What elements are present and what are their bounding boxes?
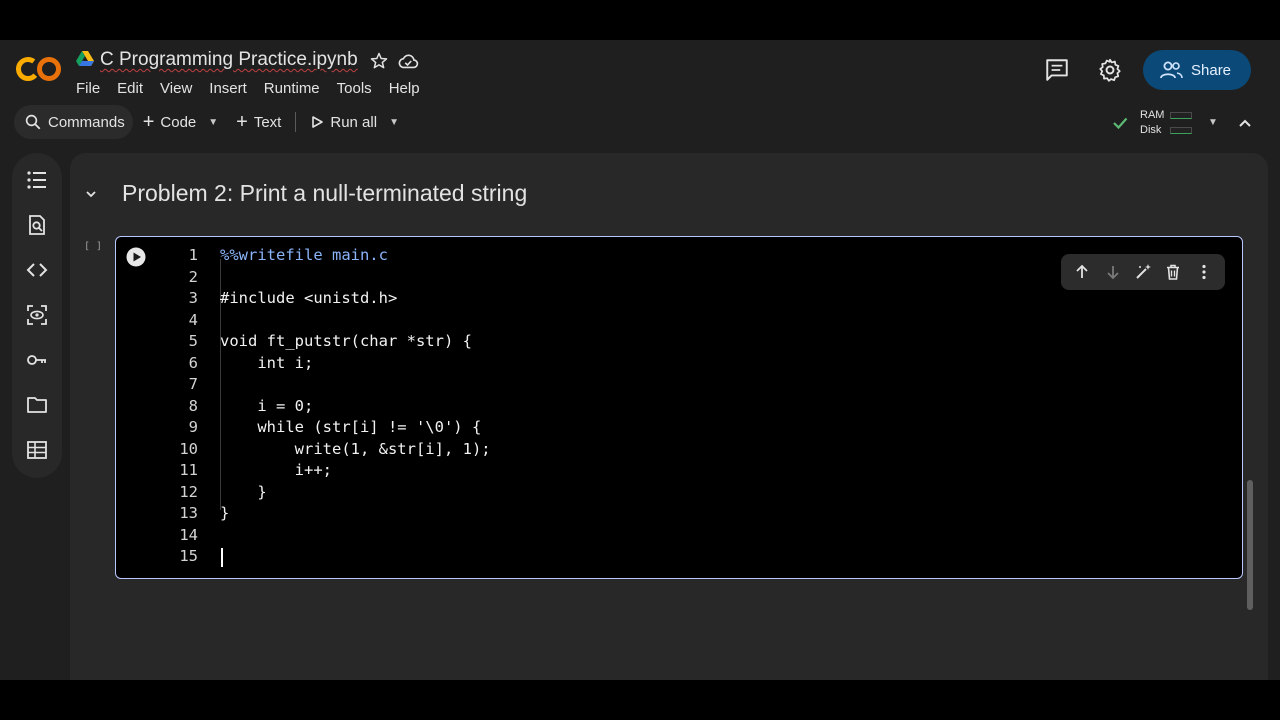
secrets-key-icon[interactable] [26, 349, 48, 371]
vertical-scrollbar[interactable] [1247, 480, 1253, 610]
menu-file[interactable]: File [76, 79, 111, 99]
notebook-toolbar: Commands + Code ▼ + Text Run all ▼ [14, 103, 407, 141]
line-number: 11 [179, 461, 198, 479]
menu-tools[interactable]: Tools [337, 79, 383, 99]
disk-meter [1170, 127, 1192, 134]
add-code-button[interactable]: + Code [133, 105, 201, 139]
ram-label: RAM [1140, 109, 1165, 121]
run-all-button[interactable]: Run all [300, 105, 381, 139]
menu-edit[interactable]: Edit [117, 79, 154, 99]
settings-gear-icon[interactable] [1097, 57, 1123, 83]
caret-down-icon: ▼ [389, 116, 399, 128]
line-text: %%writefile main.c [220, 246, 388, 264]
line-number: 9 [188, 418, 198, 436]
text-cursor [221, 548, 223, 567]
commands-label: Commands [48, 113, 125, 131]
run-all-label: Run all [330, 113, 378, 131]
cell-toolbar [1061, 254, 1225, 290]
line-number: 15 [179, 547, 198, 565]
comments-icon[interactable] [1044, 57, 1070, 83]
section-heading: Problem 2: Print a null-terminated strin… [122, 180, 528, 206]
share-label: Share [1191, 61, 1232, 79]
line-text: #include <unistd.h> [220, 289, 398, 307]
commands-button[interactable]: Commands [14, 105, 133, 139]
line-text: i++; [220, 461, 332, 479]
line-number: 8 [188, 396, 198, 415]
line-number: 3 [188, 289, 198, 307]
menu-view[interactable]: View [160, 79, 203, 99]
left-sidebar [12, 153, 62, 478]
line-number: 13 [179, 504, 198, 522]
run-options-dropdown[interactable]: ▼ [381, 105, 407, 139]
line-number: 6 [188, 353, 198, 372]
line-number: 7 [188, 375, 198, 393]
connected-check-icon [1113, 117, 1128, 130]
line-number: 1 [188, 246, 198, 264]
line-number: 5 [188, 332, 198, 350]
line-number: 12 [179, 482, 198, 501]
disk-label: Disk [1140, 124, 1162, 136]
files-folder-icon[interactable] [26, 394, 48, 416]
plus-icon: + [236, 111, 248, 133]
runtime-status[interactable]: RAM Disk [1110, 108, 1192, 138]
code-snippets-icon[interactable] [26, 259, 48, 281]
data-table-icon[interactable] [26, 439, 48, 461]
colab-window: CO C Programming Practice.ipynb File Edi… [0, 40, 1280, 680]
move-up-icon[interactable] [1073, 263, 1091, 281]
people-icon [1160, 61, 1183, 79]
menu-insert[interactable]: Insert [209, 79, 258, 99]
line-text: } [220, 504, 230, 522]
star-icon[interactable] [369, 51, 389, 71]
more-options-icon[interactable] [1195, 263, 1213, 281]
menu-help[interactable]: Help [389, 79, 431, 99]
move-down-icon[interactable] [1104, 263, 1122, 281]
variables-icon[interactable] [26, 304, 48, 326]
line-text: void ft_putstr(char *str) { [220, 332, 472, 350]
share-button[interactable]: Share [1143, 50, 1251, 90]
table-of-contents-icon[interactable] [26, 169, 48, 191]
line-text: } [220, 482, 267, 501]
menu-runtime[interactable]: Runtime [264, 79, 331, 99]
code-options-dropdown[interactable]: ▼ [200, 105, 226, 139]
find-replace-icon[interactable] [26, 214, 48, 236]
magic-edit-icon[interactable] [1134, 263, 1152, 281]
colab-logo-icon[interactable] [16, 54, 62, 84]
notebook-title[interactable]: C Programming Practice.ipynb [100, 48, 358, 72]
notebook-panel: Problem 2: Print a null-terminated strin… [70, 153, 1268, 680]
line-text: while (str[i] != '\0') { [220, 418, 482, 436]
run-cell-button[interactable] [126, 247, 146, 267]
search-icon [25, 114, 41, 130]
toolbar-divider [295, 112, 297, 132]
plus-icon: + [142, 111, 155, 133]
code-label: Code [160, 113, 197, 131]
line-text: write(1, &str[i], 1); [220, 439, 491, 458]
execution-count: [ ] [84, 241, 103, 252]
line-number: 2 [188, 267, 198, 286]
line-number: 4 [188, 310, 198, 329]
delete-trash-icon[interactable] [1164, 263, 1182, 281]
resource-meters: RAM Disk [1140, 108, 1192, 138]
runtime-options-dropdown[interactable]: ▼ [1208, 117, 1218, 128]
line-text: int i; [220, 353, 314, 372]
ram-meter [1170, 112, 1192, 119]
line-text: i = 0; [220, 396, 314, 415]
line-number: 14 [179, 525, 198, 544]
menu-bar: File Edit View Insert Runtime Tools Help [76, 79, 437, 99]
caret-down-icon: ▼ [208, 116, 219, 128]
play-outline-icon [312, 116, 324, 128]
line-number: 10 [179, 439, 198, 458]
add-text-button[interactable]: + Text [226, 105, 291, 139]
google-drive-icon[interactable] [76, 51, 94, 67]
chevron-down-icon[interactable] [84, 187, 98, 201]
cloud-saved-icon[interactable] [397, 51, 419, 71]
text-label: Text [253, 113, 282, 131]
collapse-header-icon[interactable] [1237, 115, 1253, 131]
